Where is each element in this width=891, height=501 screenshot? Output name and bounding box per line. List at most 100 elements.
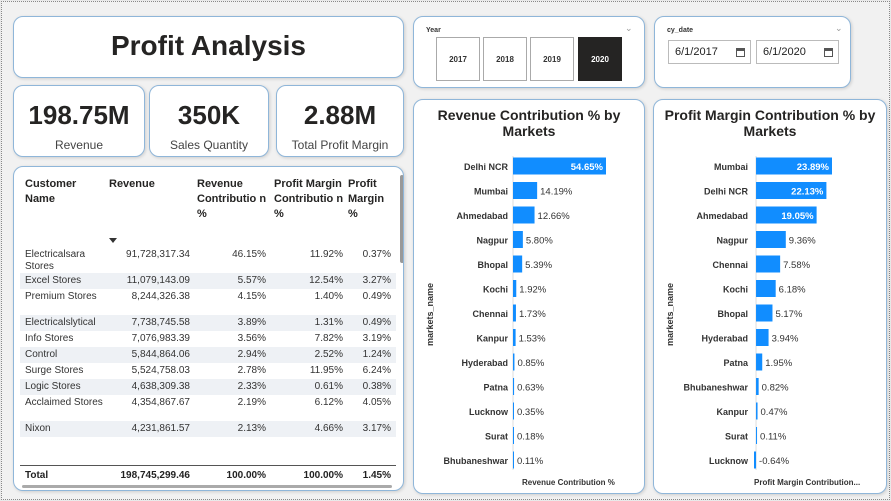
table-cell: 8,244,326.38 xyxy=(131,291,190,302)
data-label: 5.39% xyxy=(525,260,552,271)
year-button-2019[interactable]: 2019 xyxy=(530,37,574,81)
year-button-2018[interactable]: 2018 xyxy=(483,37,527,81)
column-header-customer-name[interactable]: Customer Name xyxy=(25,177,105,207)
bar[interactable] xyxy=(513,451,514,469)
bar[interactable] xyxy=(756,280,776,297)
column-header-revenue[interactable]: Revenue xyxy=(109,177,189,192)
category-label: Patna xyxy=(483,383,509,393)
table-cell: Excel Stores xyxy=(25,275,82,286)
table-row[interactable]: Control 5,844,864.06 2.94% 2.52% 1.24% xyxy=(20,347,396,363)
date-slicer-label: cy_date xyxy=(667,27,694,34)
table-cell: Logic Stores xyxy=(25,381,81,392)
data-label: 19.05% xyxy=(781,211,814,222)
table-cell: 2.33% xyxy=(237,381,266,392)
chevron-down-icon[interactable]: ⌄ xyxy=(835,23,843,34)
sort-descending-icon[interactable] xyxy=(109,238,117,243)
customer-table[interactable]: Customer Name Revenue Revenue Contributi… xyxy=(13,166,404,491)
end-date-value: 6/1/2020 xyxy=(763,46,806,58)
table-row[interactable]: Info Stores 7,076,983.39 3.56% 7.82% 3.19% xyxy=(20,331,396,347)
bar[interactable] xyxy=(756,304,773,322)
table-cell: 0.37% xyxy=(362,249,391,260)
start-date-input[interactable]: 6/1/2017 xyxy=(668,40,751,64)
bar[interactable] xyxy=(756,329,769,346)
bar[interactable] xyxy=(513,304,516,322)
bar[interactable] xyxy=(756,402,758,420)
bar[interactable] xyxy=(513,427,514,444)
bar[interactable] xyxy=(513,280,517,297)
table-cell: 4.05% xyxy=(362,397,391,408)
kpi-card-sales-quantity[interactable]: 350K Sales Quantity xyxy=(149,85,269,157)
column-header-revenue-contribution[interactable]: Revenue Contributio n % xyxy=(197,177,267,222)
table-row[interactable]: Logic Stores 4,638,309.38 2.33% 0.61% 0.38% xyxy=(20,379,396,395)
column-header-profit-margin-contribution[interactable]: Profit Margin Contributio n % xyxy=(274,177,344,222)
table-row[interactable]: Excel Stores 11,079,143.09 5.57% 12.54% 3.27… xyxy=(20,273,396,289)
table-row[interactable]: Acclaimed Stores 4,354,867.67 2.19% 6.12% 4.… xyxy=(20,395,396,421)
bar[interactable] xyxy=(513,182,538,199)
category-label: Lucknow xyxy=(469,407,509,417)
kpi-value: 198.75M xyxy=(28,100,130,130)
table-cell: Info Stores xyxy=(25,333,74,344)
kpi-card-revenue[interactable]: 198.75M Revenue xyxy=(13,85,145,157)
profit-margin-contribution-chart[interactable]: Mumbai 23.89% Delhi NCR 22.13% Ahmedabad 19.0… xyxy=(653,99,887,494)
year-button-2020[interactable]: 2020 xyxy=(578,37,622,81)
table-cell: 2.52% xyxy=(314,349,343,360)
data-label: 23.89% xyxy=(797,162,830,173)
table-row[interactable]: Electricalslytical 7,738,745.58 3.89% 1.31%… xyxy=(20,315,396,331)
table-cell: 3.56% xyxy=(237,333,266,344)
calendar-icon[interactable] xyxy=(824,48,833,57)
table-cell: Electricalslytical xyxy=(25,317,96,328)
table-cell: 0.49% xyxy=(362,291,391,302)
bar[interactable] xyxy=(756,427,758,444)
category-label: Patna xyxy=(723,358,749,368)
bar[interactable] xyxy=(756,378,759,395)
bar[interactable] xyxy=(756,255,781,273)
table-cell: 7,738,745.58 xyxy=(131,317,190,328)
bar[interactable] xyxy=(756,353,763,371)
table-cell: 2.94% xyxy=(237,349,266,360)
horizontal-scrollbar[interactable] xyxy=(22,485,392,488)
table-row[interactable]: Electricalsara Stores 91,728,317.34 46.15%… xyxy=(20,247,396,273)
table-cell: 6.24% xyxy=(362,365,391,376)
data-label: 1.95% xyxy=(765,358,792,369)
data-label: 0.11% xyxy=(517,456,544,467)
table-cell: 0.49% xyxy=(362,317,391,328)
data-label: 5.80% xyxy=(526,236,553,247)
table-row[interactable]: Premium Stores 8,244,326.38 4.15% 1.40% 0.49… xyxy=(20,289,396,315)
chevron-down-icon[interactable]: ⌄ xyxy=(625,23,633,34)
bar[interactable] xyxy=(513,329,516,346)
bar[interactable] xyxy=(756,231,786,248)
table-cell: 12.54% xyxy=(309,275,343,286)
chart-title: Profit Margin Contribution % by Markets xyxy=(664,107,876,139)
kpi-card-profit-margin[interactable]: 2.88M Total Profit Margin xyxy=(276,85,404,157)
data-label: 0.63% xyxy=(517,383,544,394)
category-label: Kochi xyxy=(723,285,748,295)
bar[interactable] xyxy=(513,231,523,248)
bar[interactable] xyxy=(513,206,535,224)
bar[interactable] xyxy=(754,451,757,469)
calendar-icon[interactable] xyxy=(736,48,745,57)
table-row[interactable]: Nixon 4,231,861.57 2.13% 4.66% 3.17% xyxy=(20,421,396,437)
data-label: 5.17% xyxy=(775,309,802,320)
data-label: 6.18% xyxy=(779,285,806,296)
bar[interactable] xyxy=(513,402,514,420)
category-label: Mumbai xyxy=(474,187,508,197)
bar[interactable] xyxy=(513,353,515,371)
bar[interactable] xyxy=(513,255,523,273)
table-cell: 3.27% xyxy=(362,275,391,286)
end-date-input[interactable]: 6/1/2020 xyxy=(756,40,839,64)
revenue-contribution-chart[interactable]: Delhi NCR 54.65% Mumbai 14.19% Ahmedabad 12.6… xyxy=(413,99,645,494)
category-label: Hyderabad xyxy=(461,358,508,368)
table-cell: 46.15% xyxy=(232,249,266,260)
category-label: Ahmedabad xyxy=(696,211,748,221)
table-row[interactable]: Surge Stores 5,524,758.03 2.78% 11.95% 6.24% xyxy=(20,363,396,379)
vertical-scrollbar[interactable] xyxy=(400,175,403,263)
x-axis-label: Revenue Contribution % xyxy=(522,478,615,487)
year-slicer-label: Year xyxy=(426,27,441,34)
bar[interactable] xyxy=(513,378,515,395)
data-label: -0.64% xyxy=(759,456,790,467)
table-cell: 3.89% xyxy=(237,317,266,328)
column-header-profit-margin-pct[interactable]: Profit Margin % xyxy=(348,177,394,222)
table-cell: 0.38% xyxy=(362,381,391,392)
data-label: 1.53% xyxy=(519,334,546,345)
year-button-2017[interactable]: 2017 xyxy=(436,37,480,81)
